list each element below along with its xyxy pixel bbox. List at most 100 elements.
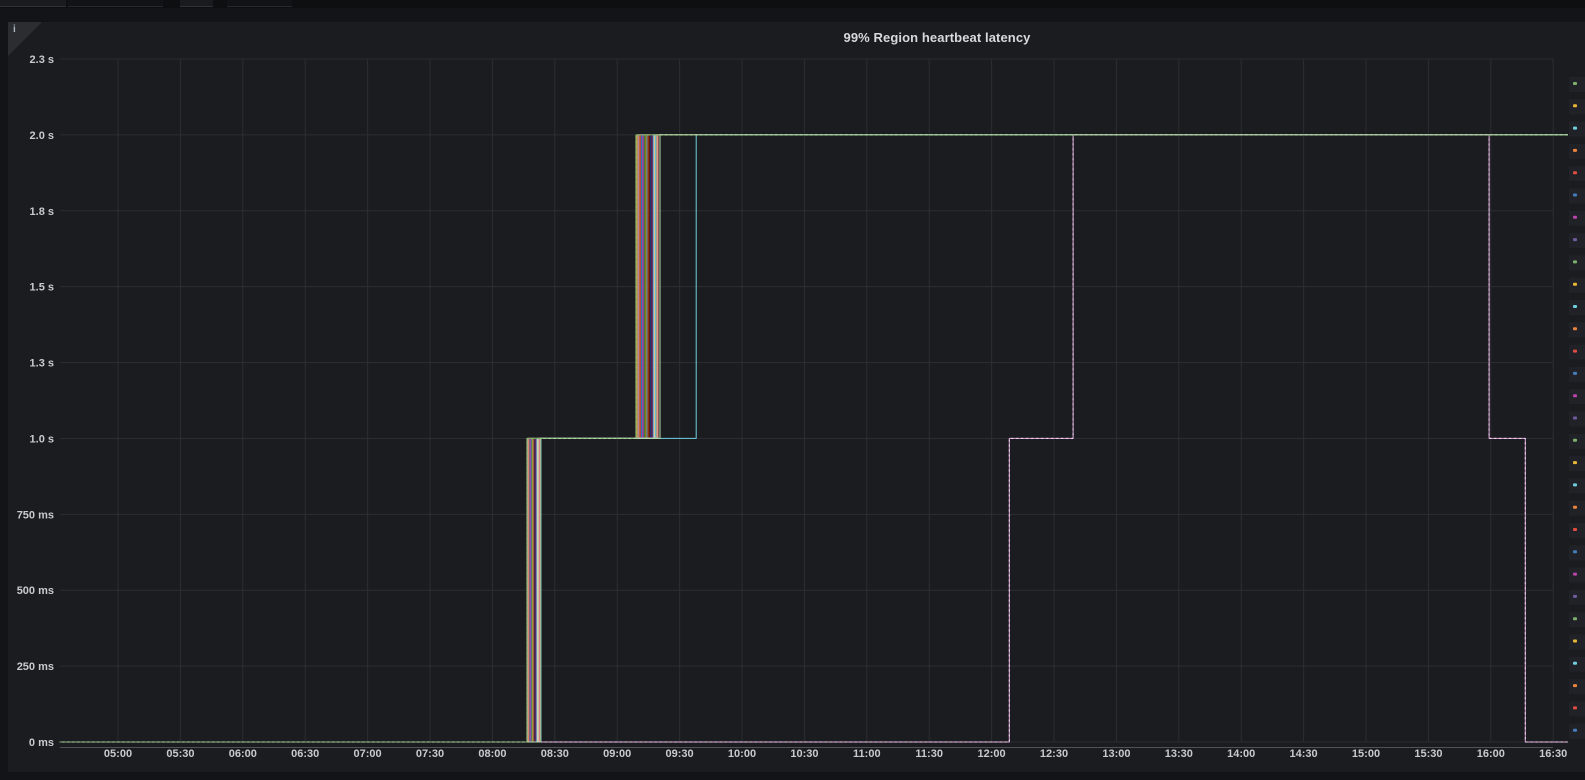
legend-row-bg (1569, 567, 1585, 583)
legend-row-bg (1569, 300, 1585, 315)
legend-series-marker[interactable] (1573, 126, 1577, 130)
legend-row-bg (1569, 701, 1585, 717)
grafana-dashboard: { "panel": { "title": "99% Region heartb… (0, 0, 1585, 780)
y-tick-label: 2.3 s (30, 54, 54, 66)
x-tick-label: 07:30 (416, 748, 444, 760)
x-tick-label: 10:00 (728, 748, 756, 760)
legend-row-bg (1569, 523, 1585, 538)
legend-series-marker[interactable] (1573, 349, 1577, 353)
x-tick-label: 05:30 (166, 748, 194, 760)
y-tick-label: 0 ms (29, 737, 54, 749)
legend-row-bg (1569, 188, 1585, 204)
legend-row-bg (1569, 411, 1585, 427)
x-tick-label: 12:00 (978, 748, 1006, 760)
legend-row-bg (1569, 634, 1585, 650)
legend-series-marker[interactable] (1573, 639, 1577, 643)
legend-row-bg (1569, 612, 1585, 628)
legend-row-bg (1569, 210, 1585, 226)
legend-row-bg (1569, 121, 1585, 137)
y-tick-label: 750 ms (17, 509, 54, 521)
legend-row-bg (1569, 389, 1585, 405)
legend-series-marker[interactable] (1573, 104, 1577, 108)
legend-row-bg (1569, 143, 1585, 159)
legend-series-marker[interactable] (1573, 505, 1577, 509)
legend-row-bg (1569, 322, 1585, 338)
legend-row-bg (1569, 679, 1585, 695)
panel-title-text: 99% Region heartbeat latency (843, 30, 1031, 45)
legend-series-marker[interactable] (1573, 148, 1577, 152)
legend-row-bg (1569, 589, 1585, 605)
x-tick-label: 10:30 (790, 748, 818, 760)
legend-row-bg (1569, 656, 1585, 672)
legend-series-marker[interactable] (1573, 728, 1577, 732)
x-tick-label: 15:30 (1414, 748, 1442, 760)
legend-series-marker[interactable] (1573, 260, 1577, 264)
legend-series-marker[interactable] (1573, 461, 1577, 465)
panel-title[interactable]: 99% Region heartbeat latency (0, 30, 1585, 45)
legend-series-marker[interactable] (1573, 82, 1577, 85)
legend-row-bg (1569, 723, 1585, 739)
legend-series-marker[interactable] (1573, 617, 1577, 621)
x-tick-label: 09:30 (666, 748, 694, 760)
x-tick-label: 12:30 (1040, 748, 1068, 760)
legend-series-marker[interactable] (1573, 238, 1577, 242)
legend-series-marker[interactable] (1573, 528, 1577, 531)
x-tick-label: 08:30 (541, 748, 569, 760)
legend-series-marker[interactable] (1573, 305, 1577, 308)
legend-series-marker[interactable] (1573, 371, 1577, 375)
axis-labels: 0 ms 250 ms 500 ms 750 ms 1.0 s 1.3 s 1.5 s 1.8… (17, 54, 1568, 760)
legend-row-bg (1569, 255, 1585, 271)
legend-series-marker[interactable] (1573, 572, 1577, 576)
legend-series-marker[interactable] (1573, 193, 1577, 197)
legend-series-marker[interactable] (1573, 171, 1577, 175)
legend-row-bg (1569, 545, 1585, 561)
y-tick-label: 1.8 s (30, 206, 54, 218)
y-tick-label: 1.0 s (30, 433, 54, 445)
legend-series-marker[interactable] (1573, 215, 1577, 219)
legend-row-bg (1569, 233, 1585, 249)
x-tick-label: 13:00 (1102, 748, 1130, 760)
grid (60, 58, 1554, 748)
legend-row-bg (1569, 366, 1585, 382)
legend-series-marker[interactable] (1573, 594, 1577, 598)
legend-series-marker[interactable] (1573, 684, 1577, 688)
latency-graph[interactable]: 0 ms 250 ms 500 ms 750 ms 1.0 s 1.3 s 1.5 s 1.8… (0, 0, 1585, 780)
x-tick-label: 14:30 (1290, 748, 1318, 760)
legend-series-marker[interactable] (1573, 483, 1577, 487)
x-tick-label: 11:00 (853, 748, 881, 760)
legend-row-bg (1569, 277, 1585, 293)
legend-row-bg (1569, 166, 1585, 182)
legend-row-bg (1569, 456, 1585, 472)
legend-row-bg (1569, 77, 1585, 92)
y-tick-label: 500 ms (17, 585, 54, 597)
x-tick-label: 11:30 (915, 748, 943, 760)
legend-row-bg (1569, 500, 1585, 516)
legend-row-bg (1569, 99, 1585, 115)
x-tick-label: 06:00 (229, 748, 257, 760)
legend-series-marker[interactable] (1573, 282, 1577, 286)
legend-series-marker[interactable] (1573, 327, 1577, 331)
legend-markers (1569, 77, 1585, 739)
legend-series-marker[interactable] (1573, 394, 1577, 398)
y-tick-label: 2.0 s (30, 130, 54, 142)
legend-series-marker[interactable] (1573, 661, 1577, 665)
x-tick-label: 13:30 (1165, 748, 1193, 760)
x-tick-label: 07:00 (354, 748, 382, 760)
x-tick-label: 16:30 (1539, 748, 1567, 760)
x-tick-label: 06:30 (291, 748, 319, 760)
y-tick-label: 250 ms (17, 661, 54, 673)
legend-series-marker[interactable] (1573, 416, 1577, 420)
legend-row-bg (1569, 344, 1585, 360)
y-tick-label: 1.3 s (30, 358, 54, 370)
x-tick-label: 16:00 (1477, 748, 1505, 760)
y-tick-label: 1.5 s (30, 282, 54, 294)
legend-row-bg (1569, 433, 1585, 449)
x-tick-label: 08:00 (478, 748, 506, 760)
legend-series-marker[interactable] (1573, 550, 1577, 554)
x-tick-label: 05:00 (104, 748, 132, 760)
legend-series-marker[interactable] (1573, 706, 1577, 710)
x-tick-label: 14:00 (1227, 748, 1255, 760)
legend-series-marker[interactable] (1573, 438, 1577, 442)
x-tick-label: 09:00 (603, 748, 631, 760)
legend-row-bg (1569, 478, 1585, 494)
